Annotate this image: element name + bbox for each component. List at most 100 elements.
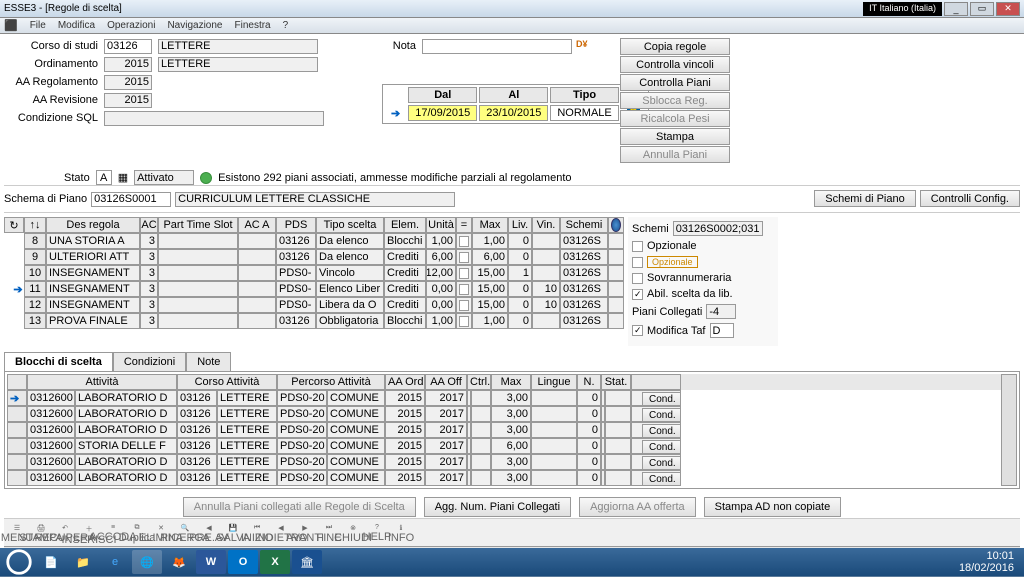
dal-value[interactable]: 17/09/2015 [408, 105, 477, 121]
tool-salva-icon[interactable]: 💾SALVA [224, 524, 242, 542]
cond-button[interactable]: Cond. [642, 408, 681, 422]
rule-row[interactable]: 9 ULTERIORI ATT3 03126Da elencoCrediti 6… [24, 249, 624, 265]
col-ac[interactable]: AC [140, 217, 158, 233]
corso-code-input[interactable] [104, 39, 152, 54]
note-icon[interactable]: D¥ [576, 39, 590, 53]
sort-icon[interactable]: ↑↓ [24, 217, 46, 233]
menu-operazioni[interactable]: Operazioni [107, 20, 155, 31]
refresh-icon[interactable]: ↻ [4, 217, 24, 233]
task-ie-icon[interactable]: e [100, 550, 130, 574]
col-aca[interactable]: AC A [238, 217, 276, 233]
agg-num-piani-button[interactable]: Agg. Num. Piani Collegati [424, 497, 571, 517]
tool-avanti-icon[interactable]: ▶AVANTI [296, 524, 314, 542]
col-corso-att[interactable]: Corso Attività [177, 374, 277, 390]
col-tipo[interactable]: Tipo scelta [316, 217, 384, 233]
col-ctrl[interactable]: Ctrl. [467, 374, 491, 390]
col-pts[interactable]: Part Time Slot [158, 217, 238, 233]
start-button[interactable] [4, 550, 34, 574]
task-explorer-icon[interactable]: 📁 [68, 550, 98, 574]
col-eq[interactable]: = [456, 217, 472, 233]
schemi-piano-button[interactable]: Schemi di Piano [814, 190, 916, 207]
col-pds[interactable]: PDS [276, 217, 316, 233]
task-outlook-icon[interactable]: O [228, 550, 258, 574]
col-perc-att[interactable]: Percorso Attività [277, 374, 385, 390]
minimize-button[interactable]: _ [944, 2, 968, 16]
col-aaord[interactable]: AA Ord [385, 374, 425, 390]
modtaf-checkbox[interactable] [632, 325, 643, 336]
col-schemi[interactable]: Schemi [560, 217, 608, 233]
task-pdf-icon[interactable]: 📄 [36, 550, 66, 574]
copia-regole-button[interactable]: Copia regole [620, 38, 730, 55]
aareg-input[interactable] [104, 75, 152, 90]
rule-row[interactable]: ➔11 INSEGNAMENT3 PDS0-Elenco LiberCredit… [24, 281, 624, 297]
stampa-button[interactable]: Stampa [620, 128, 730, 145]
block-row[interactable]: 0312600STORIA DELLE F03126 LETTEREPDS0-2… [7, 438, 1001, 454]
cond-button[interactable]: Cond. [642, 472, 681, 486]
piani-collegati-input[interactable] [706, 304, 736, 319]
maximize-button[interactable]: ▭ [970, 2, 994, 16]
col-liv[interactable]: Liv. [508, 217, 532, 233]
sovrannumeraria-checkbox[interactable] [632, 273, 643, 284]
close-button[interactable]: ✕ [996, 2, 1020, 16]
ord-input[interactable] [104, 57, 152, 72]
tool-info-icon[interactable]: ℹINFO [392, 524, 410, 542]
controlla-piani-button[interactable]: Controlla Piani [620, 74, 730, 91]
col-stat[interactable]: Stat. [601, 374, 631, 390]
annulla-piani-button[interactable]: Annulla Piani [620, 146, 730, 163]
opzionale2-checkbox[interactable] [632, 257, 643, 268]
cond-button[interactable]: Cond. [642, 424, 681, 438]
tab-condizioni[interactable]: Condizioni [113, 352, 186, 371]
annulla-piani-regole-button[interactable]: Annulla Piani collegati alle Regole di S… [183, 497, 416, 517]
schema-name[interactable] [175, 192, 455, 207]
col-attivita[interactable]: Attività [27, 374, 177, 390]
globe-icon[interactable] [608, 217, 624, 233]
block-row[interactable]: 0312600LABORATORIO D03126 LETTEREPDS0-20… [7, 454, 1001, 470]
al-value[interactable]: 23/10/2015 [479, 105, 548, 121]
opzionale-checkbox[interactable] [632, 241, 643, 252]
aggiorna-aa-button[interactable]: Aggiorna AA offerta [579, 497, 696, 517]
schema-code[interactable] [91, 192, 171, 207]
menu-modifica[interactable]: Modifica [58, 20, 95, 31]
tool-chiudi-icon[interactable]: ⊗CHIUDI [344, 524, 362, 542]
menu-help[interactable]: ? [283, 20, 289, 31]
block-row[interactable]: 0312600LABORATORIO D03126 LETTEREPDS0-20… [7, 422, 1001, 438]
task-app-icon[interactable]: 🏛 [292, 550, 322, 574]
rule-row[interactable]: 10 INSEGNAMENT3 PDS0-VincoloCrediti 12,0… [24, 265, 624, 281]
col-unita[interactable]: Unità [426, 217, 456, 233]
stato-code[interactable] [96, 170, 112, 185]
col-aaoff[interactable]: AA Off [425, 374, 467, 390]
clock[interactable]: 10:01 18/02/2016 [959, 550, 1020, 574]
task-chrome-icon[interactable]: 🌐 [132, 550, 162, 574]
col-elem[interactable]: Elem. [384, 217, 426, 233]
corso-name-input[interactable] [158, 39, 318, 54]
sblocca-reg-button[interactable]: Sblocca Reg. [620, 92, 730, 109]
rule-row[interactable]: 12 INSEGNAMENT3 PDS0-Libera da OCrediti … [24, 297, 624, 313]
col-des[interactable]: Des regola [46, 217, 140, 233]
side-schemi-input[interactable] [673, 221, 763, 236]
cond-input[interactable] [104, 111, 324, 126]
abil-checkbox[interactable] [632, 289, 643, 300]
lookup-icon[interactable]: ▦ [118, 171, 128, 184]
scrollbar[interactable] [1001, 374, 1017, 486]
col-max[interactable]: Max [472, 217, 508, 233]
controlla-vincoli-button[interactable]: Controlla vincoli [620, 56, 730, 73]
task-excel-icon[interactable]: X [260, 550, 290, 574]
col-n[interactable]: N. [577, 374, 601, 390]
tipo-value[interactable]: NORMALE [550, 105, 618, 121]
menu-file[interactable]: File [30, 20, 46, 31]
col-max2[interactable]: Max [491, 374, 531, 390]
task-word-icon[interactable]: W [196, 550, 226, 574]
rule-row[interactable]: 8 UNA STORIA A3 03126Da elencoBlocchi 1,… [24, 233, 624, 249]
tab-note[interactable]: Note [186, 352, 231, 371]
cond-button[interactable]: Cond. [642, 440, 681, 454]
menu-finestra[interactable]: Finestra [234, 20, 270, 31]
aarev-input[interactable] [104, 93, 152, 108]
block-row[interactable]: 0312600LABORATORIO D03126 LETTEREPDS0-20… [7, 470, 1001, 486]
menu-navigazione[interactable]: Navigazione [167, 20, 222, 31]
cond-button[interactable]: Cond. [642, 392, 681, 406]
cond-button[interactable]: Cond. [642, 456, 681, 470]
modtaf-input[interactable] [710, 323, 734, 338]
tool-help-icon[interactable]: ?HELP [368, 524, 386, 542]
language-badge[interactable]: IT Italiano (Italia) [863, 2, 942, 16]
stampa-ad-button[interactable]: Stampa AD non copiate [704, 497, 842, 517]
